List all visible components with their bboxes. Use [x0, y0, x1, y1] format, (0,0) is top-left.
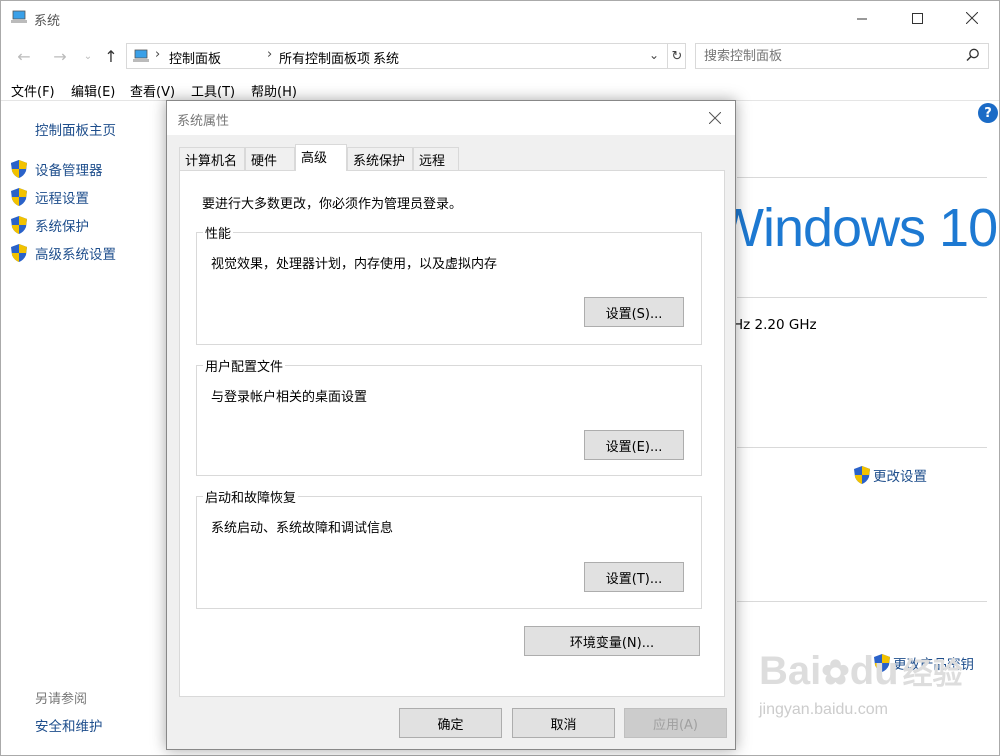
nav-remote-settings[interactable]: 远程设置: [10, 187, 89, 207]
uac-shield-icon: [11, 188, 27, 206]
tab-system-protection[interactable]: 系统保护: [347, 147, 413, 170]
tab-computer-name[interactable]: 计算机名: [179, 147, 245, 170]
performance-settings-button[interactable]: 设置(S)...: [584, 297, 684, 327]
processor-speed: Hz 2.20 GHz: [733, 317, 817, 333]
chevron-right-icon: ›: [361, 47, 367, 62]
chevron-right-icon: ›: [267, 47, 273, 62]
performance-group: 性能 视觉效果，处理器计划，内存使用，以及虚拟内存 设置(S)...: [196, 223, 702, 345]
search-icon[interactable]: [966, 48, 980, 62]
menu-bar: 文件(F) 编辑(E) 查看(V) 工具(T) 帮助(H): [1, 79, 999, 101]
watermark-jingyan: 经验: [902, 658, 963, 691]
see-also-heading: 另请参阅: [35, 692, 88, 707]
user-profiles-settings-button[interactable]: 设置(E)...: [584, 430, 684, 460]
back-button[interactable]: ←: [13, 45, 35, 67]
uac-shield-icon: [854, 466, 870, 484]
recent-locations-button[interactable]: ⌄: [77, 45, 99, 67]
help-icon[interactable]: ?: [978, 103, 998, 123]
nav-remote-settings-label: 远程设置: [35, 191, 89, 207]
user-profiles-group: 用户配置文件 与登录帐户相关的桌面设置 设置(E)...: [196, 356, 702, 476]
change-settings-link[interactable]: 更改设置: [853, 465, 927, 485]
apply-button[interactable]: 应用(A): [624, 708, 727, 738]
watermark-du: du: [849, 649, 899, 693]
maximize-icon: [911, 12, 923, 24]
advanced-tab-panel: 要进行大多数更改，你必须作为管理员登录。 性能 视觉效果，处理器计划，内存使用，…: [179, 170, 725, 697]
computer-icon: [11, 10, 27, 23]
system-properties-dialog: 系统属性 计算机名 硬件 高级 系统保护 远程 要进行大多数更改，你必须作为管理…: [166, 100, 736, 750]
close-button[interactable]: [949, 1, 995, 35]
environment-variables-button[interactable]: 环境变量(N)...: [524, 626, 700, 656]
up-button[interactable]: ↑: [100, 45, 122, 67]
baidu-watermark: Bai✿du 经验: [759, 649, 963, 694]
close-icon: [709, 112, 721, 124]
control-panel-icon: [133, 49, 149, 62]
address-dropdown-icon[interactable]: ⌄: [649, 48, 659, 62]
back-arrow-icon: ←: [17, 46, 31, 66]
nav-device-manager[interactable]: 设备管理器: [10, 159, 103, 179]
nav-advanced-settings[interactable]: 高级系统设置: [10, 243, 116, 263]
admin-notice: 要进行大多数更改，你必须作为管理员登录。: [202, 197, 463, 212]
divider: [737, 447, 987, 448]
forward-button[interactable]: →: [49, 45, 71, 67]
menu-view[interactable]: 查看(V): [130, 81, 175, 100]
menu-file[interactable]: 文件(F): [11, 81, 55, 100]
up-arrow-icon: ↑: [104, 46, 118, 66]
divider: [737, 601, 987, 602]
nav-device-manager-label: 设备管理器: [35, 163, 103, 179]
search-input[interactable]: [704, 47, 954, 65]
menu-edit[interactable]: 编辑(E): [71, 81, 115, 100]
chevron-down-icon: ⌄: [83, 50, 93, 62]
divider: [737, 297, 987, 298]
close-icon: [966, 12, 978, 24]
menu-help[interactable]: 帮助(H): [251, 81, 297, 100]
windows-10-logo: Windows 10: [713, 198, 998, 258]
refresh-button[interactable]: ↻: [667, 44, 686, 68]
change-settings-label: 更改设置: [873, 469, 927, 485]
nav-system-protection-label: 系统保护: [35, 219, 89, 235]
user-profiles-desc: 与登录帐户相关的桌面设置: [211, 390, 368, 405]
startup-recovery-desc: 系统启动、系统故障和调试信息: [211, 521, 394, 536]
tab-hardware[interactable]: 硬件: [245, 147, 295, 170]
startup-recovery-group: 启动和故障恢复 系统启动、系统故障和调试信息 设置(T)...: [196, 487, 702, 609]
startup-recovery-title: 启动和故障恢复: [203, 487, 299, 506]
dialog-title-bar: 系统属性: [167, 101, 735, 135]
refresh-icon: ↻: [671, 48, 683, 64]
startup-recovery-settings-button[interactable]: 设置(T)...: [584, 562, 684, 592]
forward-arrow-icon: →: [53, 46, 67, 66]
performance-desc: 视觉效果，处理器计划，内存使用，以及虚拟内存: [211, 257, 498, 272]
maximize-button[interactable]: [894, 1, 940, 35]
breadcrumb-control-panel[interactable]: 控制面板: [169, 48, 221, 67]
uac-shield-icon: [11, 160, 27, 178]
dialog-close-button[interactable]: [703, 106, 727, 130]
nav-control-panel-home[interactable]: 控制面板主页: [35, 119, 116, 139]
breadcrumb-all-items[interactable]: 所有控制面板项: [279, 48, 370, 67]
tab-remote[interactable]: 远程: [413, 147, 459, 170]
paw-icon: ✿: [821, 654, 850, 692]
divider: [737, 177, 987, 178]
menu-tools[interactable]: 工具(T): [191, 81, 235, 100]
nav-advanced-settings-label: 高级系统设置: [35, 247, 116, 263]
tab-advanced[interactable]: 高级: [295, 144, 347, 171]
breadcrumb-system[interactable]: 系统: [373, 48, 399, 67]
security-maintenance-link[interactable]: 安全和维护: [35, 715, 103, 735]
user-profiles-title: 用户配置文件: [203, 356, 286, 375]
chevron-right-icon: ›: [155, 47, 161, 62]
performance-title: 性能: [203, 223, 234, 242]
address-bar[interactable]: › 控制面板 › 所有控制面板项 › 系统 ⌄ ↻: [126, 43, 686, 69]
dialog-title: 系统属性: [177, 114, 230, 129]
watermark-bai: Bai: [759, 649, 822, 693]
uac-shield-icon: [11, 216, 27, 234]
minimize-button[interactable]: [839, 1, 885, 35]
ok-button[interactable]: 确定: [399, 708, 502, 738]
watermark-url: jingyan.baidu.com: [759, 701, 888, 718]
title-bar: 系统: [1, 1, 999, 35]
minimize-icon: [856, 18, 867, 19]
uac-shield-icon: [11, 244, 27, 262]
search-box[interactable]: [695, 43, 989, 69]
nav-system-protection[interactable]: 系统保护: [10, 215, 89, 235]
cancel-button[interactable]: 取消: [512, 708, 615, 738]
window-title: 系统: [34, 14, 61, 29]
